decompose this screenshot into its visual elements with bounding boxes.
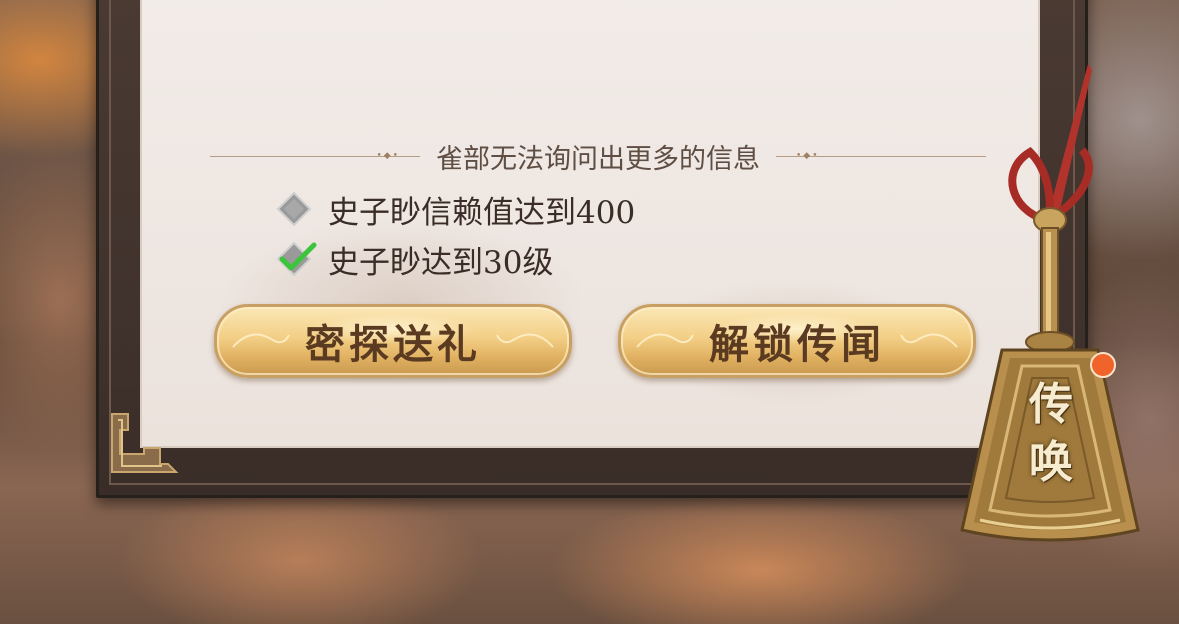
corner-ornament-icon — [111, 413, 179, 473]
requirement-text: 史子眇信赖值达到400 — [328, 194, 636, 231]
gift-button-label: 密探送礼 — [305, 321, 481, 368]
summon-label-line1: 传 — [1029, 379, 1073, 430]
requirement-text: 史子眇达到30级 — [328, 244, 554, 281]
summon-label-line2: 唤 — [1029, 437, 1073, 488]
gray-diamond-icon — [276, 191, 312, 227]
section-title-row: •◆• 雀部无法询问出更多的信息 •◆• — [210, 134, 986, 178]
requirement-list: 史子眇信赖值达到400 史子眇达到30级 — [276, 184, 635, 284]
requirement-item: 史子眇达到30级 — [276, 234, 635, 284]
swirl-ornament-icon — [636, 333, 694, 348]
section-title: 雀部无法询问出更多的信息 — [436, 143, 760, 175]
title-divider-left: •◆• — [210, 151, 420, 160]
swirl-ornament-icon — [232, 333, 290, 348]
gift-button[interactable]: 密探送礼 — [214, 304, 572, 378]
green-check-icon — [276, 241, 317, 277]
swirl-ornament-icon — [496, 333, 554, 348]
requirement-item: 史子眇信赖值达到400 — [276, 184, 635, 234]
unlock-rumor-button-label: 解锁传闻 — [709, 321, 885, 368]
unlock-rumor-button[interactable]: 解锁传闻 — [618, 304, 976, 378]
notification-dot — [1090, 352, 1116, 378]
